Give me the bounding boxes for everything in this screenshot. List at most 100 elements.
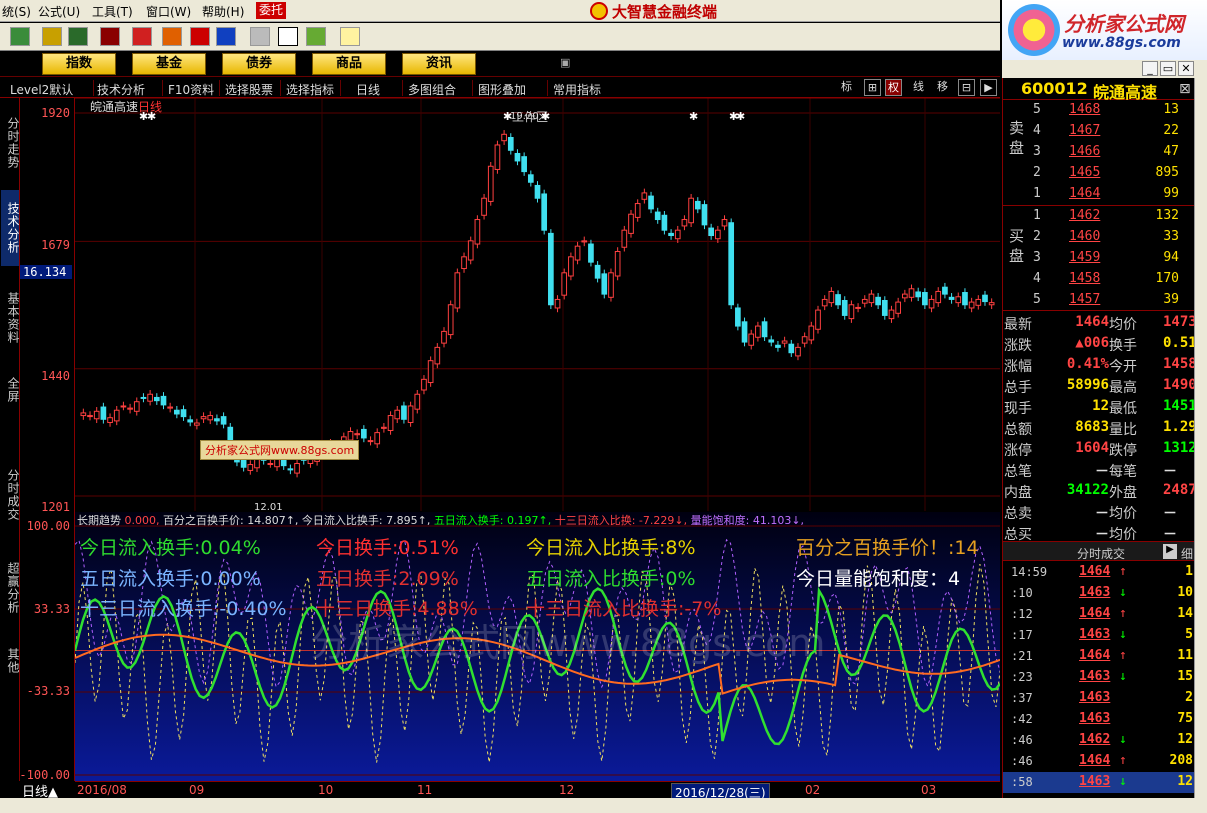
menu-tools[interactable]: 工具(T) [92, 3, 133, 20]
grid-button[interactable]: ⊞ [864, 79, 881, 96]
bid-row[interactable]: 4 1458 170 [1033, 269, 1195, 289]
period-dropdown[interactable]: 日线 [356, 81, 380, 98]
nav-bond-button[interactable]: 债券 [222, 53, 296, 75]
select-indicator-button[interactable]: 选择指标 [286, 81, 334, 98]
sell-label: 卖盘 [1009, 119, 1025, 157]
event-marker[interactable]: ✱ [689, 110, 698, 123]
candle [661, 214, 668, 231]
tick-expand-icon[interactable]: ▶ [1163, 544, 1177, 559]
ask-price[interactable]: 1466 [1069, 144, 1100, 159]
bid-price[interactable]: 1462 [1069, 208, 1100, 223]
ask-price[interactable]: 1467 [1069, 123, 1100, 138]
close-icon[interactable]: ✕ [1178, 61, 1194, 76]
binoculars-icon[interactable] [68, 27, 88, 46]
ask-price[interactable]: 1465 [1069, 165, 1100, 180]
bid-row[interactable]: 2 1460 33 [1033, 227, 1195, 247]
f10-button[interactable]: F10资料 [168, 81, 214, 98]
right-scrollbar[interactable] [1194, 78, 1207, 798]
ask-row[interactable]: 1 1464 99 [1033, 184, 1195, 204]
tab-superwin[interactable]: 超赢分析 [1, 553, 20, 623]
mark-icon[interactable] [132, 27, 152, 46]
left-tab-bar: 分时走势 技术分析 基本资料 全屏 分时成交 超赢分析 其他 [0, 98, 20, 813]
workspace-dropdown-icon[interactable]: ▣ [560, 56, 570, 69]
stat-label: 涨幅 [1004, 359, 1032, 375]
panel-close-icon[interactable]: ⊠ [1179, 81, 1191, 97]
chart-icon[interactable] [42, 27, 62, 46]
candle [140, 396, 147, 399]
multi-chart-dropdown[interactable]: 多图组合 [408, 81, 456, 98]
level2-default-dropdown[interactable]: Level2默认 [10, 81, 73, 98]
alert-icon[interactable] [100, 27, 120, 46]
tick-row[interactable]: :12 1464 ↑ 14 [1003, 604, 1195, 625]
window-icon[interactable] [250, 27, 270, 46]
stat-value: － [1095, 464, 1109, 480]
restore-icon[interactable]: ▭ [1160, 61, 1176, 76]
nav-news-button[interactable]: 资讯 [402, 53, 476, 75]
overlay-dropdown[interactable]: 图形叠加 [478, 81, 526, 98]
tab-other[interactable]: 其他 [1, 643, 20, 679]
nav-fund-button[interactable]: 基金 [132, 53, 206, 75]
eye-icon[interactable] [190, 27, 210, 46]
ask-row[interactable]: 5 1468 13 [1033, 100, 1195, 120]
tab-basic-info[interactable]: 基本资料 [1, 280, 20, 356]
minimize-icon[interactable]: _ [1142, 61, 1158, 76]
help-cursor-icon[interactable] [340, 27, 360, 46]
menu-trade[interactable]: 委托 [256, 2, 287, 19]
tick-header[interactable]: 分时成交 ▶ 细 [1003, 541, 1195, 561]
tick-volume: 12 [1177, 774, 1193, 789]
ask-row[interactable]: 3 1466 47 [1033, 142, 1195, 162]
rights-button[interactable]: 权 [885, 79, 902, 96]
period-button[interactable]: 日线▲ [0, 781, 75, 800]
tick-row[interactable]: :46 1462 ↓ 12 [1003, 730, 1195, 751]
books-icon[interactable] [306, 27, 326, 46]
tick-detail-label[interactable]: 细 [1181, 545, 1193, 562]
tick-row[interactable]: :21 1464 ↑ 11 [1003, 646, 1195, 667]
tick-row[interactable]: :42 1463 75 [1003, 709, 1195, 730]
line-button[interactable]: 线 [910, 79, 927, 96]
tab-tech-analysis[interactable]: 技术分析 [1, 190, 20, 266]
collapse-button[interactable]: ⊟ [958, 79, 975, 96]
toolbar [0, 23, 1000, 51]
bid-row[interactable]: 1 1462 132 [1033, 206, 1195, 226]
move-button[interactable]: 移 [934, 79, 951, 96]
flag-icon[interactable] [10, 27, 30, 46]
nav-commodity-button[interactable]: 商品 [312, 53, 386, 75]
ask-row[interactable]: 2 1465 895 [1033, 163, 1195, 183]
common-indicator-dropdown[interactable]: 常用指标 [553, 81, 601, 98]
tick-row[interactable]: 14:59 1464 ↑ 1 [1003, 562, 1195, 583]
tab-timeshare[interactable]: 分时走势 [1, 108, 20, 178]
tick-row[interactable]: :37 1463 2 [1003, 688, 1195, 709]
menu-formula[interactable]: 公式(U) [38, 3, 80, 20]
e-icon[interactable] [216, 27, 236, 46]
event-marker[interactable]: ✱ [541, 110, 550, 123]
tick-row[interactable]: :17 1463 ↓ 5 [1003, 625, 1195, 646]
menu-system[interactable]: 统(S) [2, 3, 31, 20]
bid-price[interactable]: 1460 [1069, 229, 1100, 244]
tab-tick-detail[interactable]: 分时成交 [1, 460, 20, 530]
mark-button[interactable]: 标 [838, 79, 855, 96]
layout-icon[interactable] [278, 27, 298, 46]
menu-window[interactable]: 窗口(W) [146, 3, 191, 20]
bid-price[interactable]: 1458 [1069, 271, 1100, 286]
tick-row[interactable]: :58 1463 ↓ 12 [1003, 772, 1195, 793]
bid-row[interactable]: 5 1457 39 [1033, 290, 1195, 310]
tick-row[interactable]: :46 1464 ↑ 208 [1003, 751, 1195, 772]
candle [467, 240, 474, 261]
nav-index-button[interactable]: 指数 [42, 53, 116, 75]
select-stock-button[interactable]: 选择股票 [225, 81, 273, 98]
event-marker[interactable]: ✱ [736, 110, 745, 123]
ask-price[interactable]: 1468 [1069, 102, 1100, 117]
bid-row[interactable]: 3 1459 94 [1033, 248, 1195, 268]
bid-price[interactable]: 1457 [1069, 292, 1100, 307]
tech-analysis-dropdown[interactable]: 技术分析 [97, 81, 145, 98]
bid-level: 4 [1033, 271, 1041, 286]
diamond-icon[interactable] [162, 27, 182, 46]
tick-row[interactable]: :10 1463 ↓ 10 [1003, 583, 1195, 604]
tick-row[interactable]: :23 1463 ↓ 15 [1003, 667, 1195, 688]
bid-price[interactable]: 1459 [1069, 250, 1100, 265]
ask-price[interactable]: 1464 [1069, 186, 1100, 201]
next-button[interactable]: ▶ [980, 79, 997, 96]
tab-fullscreen[interactable]: 全屏 [1, 370, 20, 410]
ask-row[interactable]: 4 1467 22 [1033, 121, 1195, 141]
menu-help[interactable]: 帮助(H) [202, 3, 244, 20]
